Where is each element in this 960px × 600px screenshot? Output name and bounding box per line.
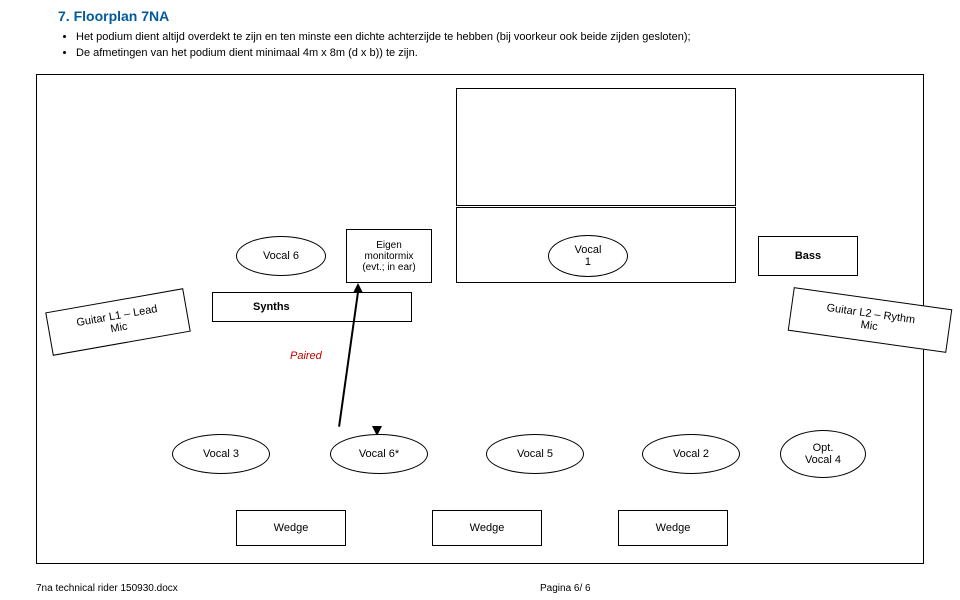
wedge-box-1: Wedge [236, 510, 346, 546]
monitormix-text: Eigen monitormix (evt.; in ear) [362, 240, 415, 273]
bullet-list: Het podium dient altijd overdekt te zijn… [58, 30, 691, 62]
wedge-box-2: Wedge [432, 510, 542, 546]
guitar-l2-text: Guitar L2 – Rythm Mic [824, 302, 916, 338]
vocal1-ellipse: Vocal 1 [548, 235, 628, 277]
footer-page: Pagina 6/ 6 [540, 583, 591, 594]
vocal3-ellipse: Vocal 3 [172, 434, 270, 474]
opt-vocal4-ellipse: Opt. Vocal 4 [780, 430, 866, 478]
arrow-head-up-icon [353, 283, 363, 293]
vocal2-ellipse: Vocal 2 [642, 434, 740, 474]
box-empty-riser [456, 88, 736, 206]
section-title-text: Floorplan 7NA [74, 8, 170, 24]
bass-box: Bass [758, 236, 858, 276]
synths-text: Synths [253, 301, 290, 313]
guitar-l1-text: Guitar L1 – Lead Mic [76, 303, 161, 341]
paired-label: Paired [290, 350, 322, 362]
section-title: 7. Floorplan 7NA [58, 8, 169, 24]
vocal6-ellipse: Vocal 6 [236, 236, 326, 276]
section-number: 7. [58, 8, 70, 24]
opt-vocal4-text: Opt. Vocal 4 [805, 442, 841, 466]
bullet-item: Het podium dient altijd overdekt te zijn… [76, 30, 691, 46]
bullet-item: De afmetingen van het podium dient minim… [76, 46, 691, 62]
vocal1-text: Vocal 1 [575, 244, 602, 268]
wedge-box-3: Wedge [618, 510, 728, 546]
vocal6star-ellipse: Vocal 6* [330, 434, 428, 474]
footer-filename: 7na technical rider 150930.docx [36, 583, 178, 594]
vocal5-ellipse: Vocal 5 [486, 434, 584, 474]
monitormix-box: Eigen monitormix (evt.; in ear) [346, 229, 432, 283]
synths-box: Synths [212, 292, 412, 322]
